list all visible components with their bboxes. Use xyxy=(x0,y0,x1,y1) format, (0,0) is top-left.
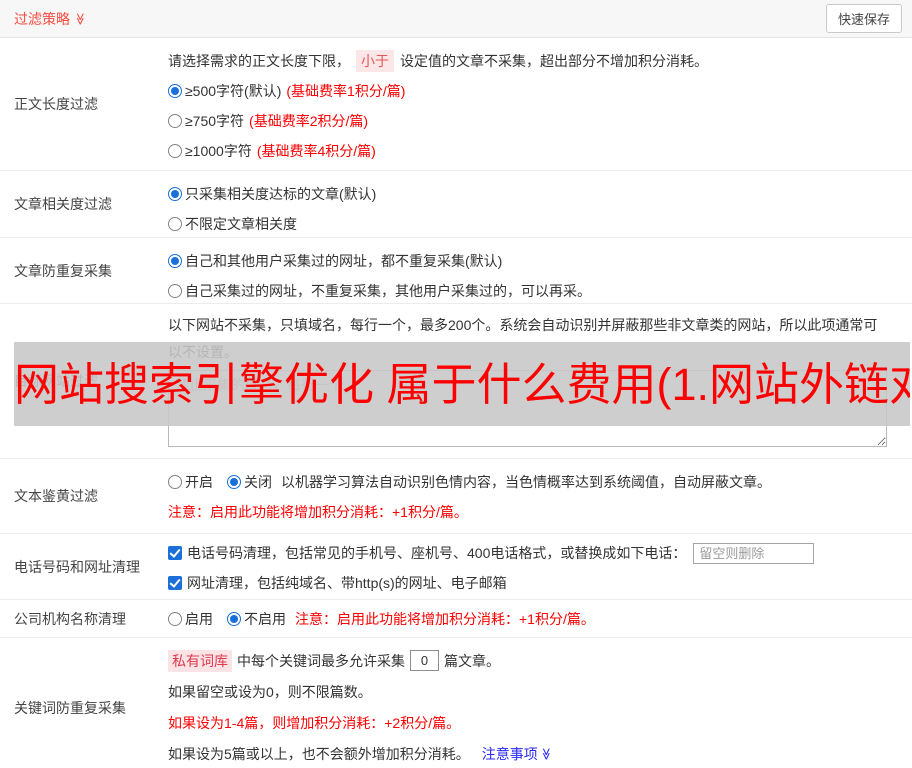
keyword-limit-input[interactable] xyxy=(410,650,439,671)
radio-option-750: ≥750字符 (基础费率2积分/篇) xyxy=(168,106,904,136)
radio-option-dedup-all: 自己和其他用户采集过的网址，都不重复采集(默认) xyxy=(168,246,904,276)
keyword-note-5plus: 如果设为5篇或以上，也不会额外增加积分消耗。 xyxy=(168,745,470,762)
porn-filter-options: 开启 关闭 以机器学习算法自动识别色情内容，当色情概率达到系统阈值，自动屏蔽文章… xyxy=(168,467,904,497)
radio-porn-off-selected[interactable] xyxy=(227,475,241,489)
row-relevance-filter: 文章相关度过滤 只采集相关度达标的文章(默认) 不限定文章相关度 xyxy=(0,171,912,238)
chevron-down-icon: ≫ xyxy=(539,747,554,760)
radio-label: 自己采集过的网址，不重复采集，其他用户采集过的，可以再采。 xyxy=(185,283,591,299)
fee-note: (基础费率1积分/篇) xyxy=(286,83,406,99)
radio-company-enable[interactable] xyxy=(168,611,182,626)
radio-dedup-all-selected[interactable] xyxy=(168,254,182,268)
radio-label: 启用 xyxy=(185,610,213,627)
radio-label: 不启用 xyxy=(244,610,286,627)
radio-no-relevance-limit[interactable] xyxy=(168,217,182,231)
radio-label: 关闭 xyxy=(244,474,272,490)
page-title[interactable]: 过滤策略 ≫ xyxy=(14,9,87,29)
company-cleanup-note: 注意：启用此功能将增加积分消耗：+1积分/篇。 xyxy=(295,610,595,627)
notice-link[interactable]: 注意事项 ≫ xyxy=(482,744,553,764)
row-company-name-cleanup: 公司机构名称清理 启用 不启用 注意：启用此功能将增加积分消耗：+1积分/篇。 xyxy=(0,600,912,638)
quick-save-button[interactable]: 快速保存 xyxy=(825,4,902,33)
radio-label: 自己和其他用户采集过的网址，都不重复采集(默认) xyxy=(185,253,503,269)
radio-option-dedup-self: 自己采集过的网址，不重复采集，其他用户采集过的，可以再采。 xyxy=(168,276,904,306)
radio-option-relevance-only: 只采集相关度达标的文章(默认) xyxy=(168,179,904,209)
radio-750[interactable] xyxy=(168,114,182,128)
page-title-text: 过滤策略 xyxy=(14,10,70,27)
row-label: 电话号码和网址清理 xyxy=(14,558,140,575)
keyword-limit-text: 中每个关键词最多允许采集 xyxy=(237,652,405,669)
radio-label: ≥500字符(默认) xyxy=(185,83,282,99)
notice-link-text: 注意事项 xyxy=(481,745,538,762)
keyword-limit-suffix: 篇文章。 xyxy=(444,652,500,669)
radio-label: ≥750字符 xyxy=(185,113,245,129)
watermark-text: 网站搜索引擎优化 属于什么费用(1.网站外链对 xyxy=(14,358,910,410)
radio-label: 不限定文章相关度 xyxy=(185,216,297,232)
radio-company-disable-selected[interactable] xyxy=(227,611,241,626)
keyword-note-1-4: 如果设为1-4篇，则增加积分消耗：+2积分/篇。 xyxy=(168,714,461,731)
checkbox-url-cleanup-line: 网址清理，包括纯域名、带http(s)的网址、电子邮箱 xyxy=(168,568,904,598)
radio-500-selected[interactable] xyxy=(168,84,182,98)
less-than-highlight: 小于 xyxy=(356,50,394,72)
row-dedup-collection: 文章防重复采集 自己和其他用户采集过的网址，都不重复采集(默认) 自己采集过的网… xyxy=(0,238,912,304)
row-label: 公司机构名称清理 xyxy=(14,610,126,627)
keyword-note-5plus-line: 如果设为5篇或以上，也不会额外增加积分消耗。 注意事项 ≫ xyxy=(168,738,904,768)
private-lexicon-tag: 私有词库 xyxy=(168,649,232,672)
filter-strategy-page: 过滤策略 ≫ 快速保存 正文长度过滤 请选择需求的正文长度下限， 小于 设定值的… xyxy=(0,0,912,768)
row-label: 文章相关度过滤 xyxy=(14,196,112,212)
porn-filter-description: 以机器学习算法自动识别色情内容，当色情概率达到系统阈值，自动屏蔽文章。 xyxy=(281,474,771,490)
radio-option-500: ≥500字符(默认) (基础费率1积分/篇) xyxy=(168,76,904,106)
chevron-down-icon: ≫ xyxy=(73,12,88,25)
checkbox-phone-cleanup-line: 电话号码清理，包括常见的手机号、座机号、400电话格式，或替换成如下电话： xyxy=(168,538,904,568)
row-target-site-filter: 目标网站过滤 以下网站不采集，只填域名，每行一个，最多200个。系统会自动识别并… xyxy=(0,304,912,459)
porn-filter-note: 注意：启用此功能将增加积分消耗：+1积分/篇。 xyxy=(168,504,468,520)
content-length-description: 请选择需求的正文长度下限， 小于 设定值的文章不采集，超出部分不增加积分消耗。 xyxy=(168,46,904,76)
radio-option-1000: ≥1000字符 (基础费率4积分/篇) xyxy=(168,136,904,166)
keyword-note-zero: 如果留空或设为0，则不限篇数。 xyxy=(168,683,372,700)
replacement-phone-input[interactable] xyxy=(693,542,815,564)
row-content-length-filter: 正文长度过滤 请选择需求的正文长度下限， 小于 设定值的文章不采集，超出部分不增… xyxy=(0,38,912,171)
radio-dedup-self[interactable] xyxy=(168,284,182,298)
row-porn-filter: 文本鉴黄过滤 开启 关闭 以机器学习算法自动识别色情内容，当色情概率达到系统阈值… xyxy=(0,459,912,534)
row-phone-url-cleanup: 电话号码和网址清理 电话号码清理，包括常见的手机号、座机号、400电话格式，或替… xyxy=(0,534,912,600)
radio-relevance-only-selected[interactable] xyxy=(168,187,182,201)
watermark-overlay: 网站搜索引擎优化 属于什么费用(1.网站外链对 xyxy=(14,342,910,426)
description-text: 设定值的文章不采集，超出部分不增加积分消耗。 xyxy=(400,53,708,69)
row-label: 关键词防重复采集 xyxy=(14,699,126,716)
checkbox-label: 网址清理，包括纯域名、带http(s)的网址、电子邮箱 xyxy=(187,575,507,591)
row-label: 正文长度过滤 xyxy=(14,96,98,112)
radio-option-no-limit: 不限定文章相关度 xyxy=(168,209,904,239)
row-keyword-dedup: 关键词防重复采集 私有词库 中每个关键词最多允许采集 篇文章。 如果留空或设为0… xyxy=(0,638,912,768)
checkbox-label: 电话号码清理，包括常见的手机号、座机号、400电话格式，或替换成如下电话： xyxy=(187,545,687,561)
radio-label: 开启 xyxy=(185,474,213,490)
row-label: 文本鉴黄过滤 xyxy=(14,488,98,504)
keyword-limit-line: 私有词库 中每个关键词最多允许采集 篇文章。 xyxy=(168,645,904,676)
checkbox-url-cleanup-checked[interactable] xyxy=(168,576,182,590)
radio-porn-on[interactable] xyxy=(168,475,182,489)
header-bar: 过滤策略 ≫ 快速保存 xyxy=(0,0,912,38)
fee-note: (基础费率2积分/篇) xyxy=(249,113,369,129)
row-label: 文章防重复采集 xyxy=(14,262,112,279)
radio-label: 只采集相关度达标的文章(默认) xyxy=(185,186,377,202)
radio-1000[interactable] xyxy=(168,144,182,158)
description-text: 请选择需求的正文长度下限， xyxy=(168,53,350,69)
checkbox-phone-cleanup-checked[interactable] xyxy=(168,546,182,560)
radio-label: ≥1000字符 xyxy=(185,143,252,159)
fee-note: (基础费率4积分/篇) xyxy=(256,143,376,159)
